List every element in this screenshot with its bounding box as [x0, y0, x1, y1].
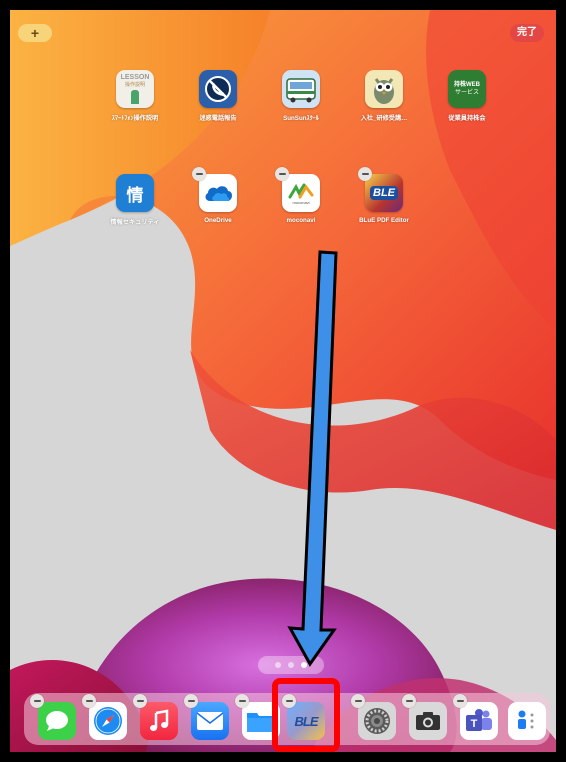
app-onedrive[interactable]: OneDrive — [182, 167, 254, 224]
app-spam-call[interactable]: 迷惑電話報告 — [182, 70, 254, 122]
app-label: OneDrive — [204, 217, 232, 224]
info-security-icon: 情 — [116, 174, 154, 212]
app-training[interactable]: 入社_研修受講… — [348, 70, 420, 122]
remove-app-icon[interactable] — [192, 167, 206, 181]
dock-music[interactable] — [140, 702, 178, 740]
app-label: 迷惑電話報告 — [199, 115, 237, 122]
app-label: BLuE PDF Editor — [359, 217, 409, 224]
camera-icon — [416, 712, 440, 730]
remove-app-icon[interactable] — [82, 694, 96, 708]
app-label: moconavi — [286, 217, 316, 224]
compass-icon — [94, 707, 122, 735]
moconavi-icon-text: moconavi — [292, 199, 310, 205]
remove-app-icon[interactable] — [453, 694, 467, 708]
app-list-icon — [518, 710, 534, 729]
gear-icon — [364, 708, 390, 734]
owl-icon — [365, 70, 403, 108]
app-label: ｽﾏｰﾄﾌｫﾝ操作説明 — [111, 115, 159, 122]
page-dot — [288, 662, 294, 668]
app-label: SunSunｽｸｰﾙ — [283, 115, 319, 122]
app-blue-pdf[interactable]: BLE BLuE PDF Editor — [348, 167, 420, 224]
dock-settings[interactable] — [358, 702, 396, 740]
remove-app-icon[interactable] — [184, 694, 198, 708]
app-moconavi[interactable]: moconavi moconavi — [265, 167, 337, 224]
remove-app-icon[interactable] — [282, 694, 296, 708]
dock-app-library[interactable] — [508, 702, 546, 740]
ipad-home-screen: + 完了 LESSON 操作説明 ｽﾏｰﾄﾌｫﾝ操作説明 迷惑電話報告 SunS… — [10, 10, 556, 752]
page-dot — [275, 662, 281, 668]
message-bubble-icon — [46, 711, 68, 731]
done-button[interactable]: 完了 — [510, 24, 544, 42]
envelope-icon — [196, 712, 224, 730]
moconavi-icon: moconavi — [282, 174, 320, 212]
page-dot-current — [301, 662, 307, 668]
dock-camera[interactable] — [409, 702, 447, 740]
music-note-icon — [150, 709, 169, 731]
no-phone-icon — [199, 70, 237, 108]
add-widget-button[interactable]: + — [18, 24, 52, 42]
lesson-icon-text: LESSON — [120, 74, 150, 81]
remove-app-icon[interactable] — [351, 694, 365, 708]
remove-app-icon[interactable] — [358, 167, 372, 181]
blue-pdf-icon-text: BLE — [370, 186, 398, 200]
remove-app-icon[interactable] — [133, 694, 147, 708]
web-icon-subtext: サービス — [454, 90, 479, 96]
highlight-box — [272, 678, 340, 752]
lesson-icon: LESSON 操作説明 — [116, 70, 154, 108]
svg-text:T: T — [471, 718, 478, 730]
bus-icon — [282, 70, 320, 108]
infosec-icon-text: 情 — [126, 185, 144, 205]
web-icon-text: 持株WEB — [454, 82, 480, 88]
app-employee-web[interactable]: 持株WEB サービス 従業員持株会 — [431, 70, 503, 122]
screenshot-frame: + 完了 LESSON 操作説明 ｽﾏｰﾄﾌｫﾝ操作説明 迷惑電話報告 SunS… — [0, 0, 566, 762]
dock-teams[interactable]: T — [460, 702, 498, 740]
app-sunsun[interactable]: SunSunｽｸｰﾙ — [265, 70, 337, 122]
lesson-icon-subtext: 操作説明 — [124, 82, 145, 88]
app-label: 入社_研修受講… — [360, 115, 408, 122]
app-label: 情報セキュリティ — [110, 219, 160, 226]
app-lesson[interactable]: LESSON 操作説明 ｽﾏｰﾄﾌｫﾝ操作説明 — [99, 70, 171, 122]
dock-mail[interactable] — [191, 702, 229, 740]
web-service-icon: 持株WEB サービス — [448, 70, 486, 108]
dock-messages[interactable] — [38, 702, 76, 740]
remove-app-icon[interactable] — [235, 694, 249, 708]
remove-app-icon[interactable] — [275, 167, 289, 181]
teams-icon: T — [466, 709, 492, 731]
cloud-icon — [199, 174, 237, 212]
remove-app-icon[interactable] — [30, 694, 44, 708]
dock-safari[interactable] — [89, 702, 127, 740]
app-infosec[interactable]: 情 情報セキュリティ — [99, 174, 171, 226]
remove-app-icon[interactable] — [402, 694, 416, 708]
blue-pdf-icon: BLE — [365, 174, 403, 212]
page-indicator[interactable] — [258, 656, 324, 674]
app-label: 従業員持株会 — [448, 115, 486, 122]
